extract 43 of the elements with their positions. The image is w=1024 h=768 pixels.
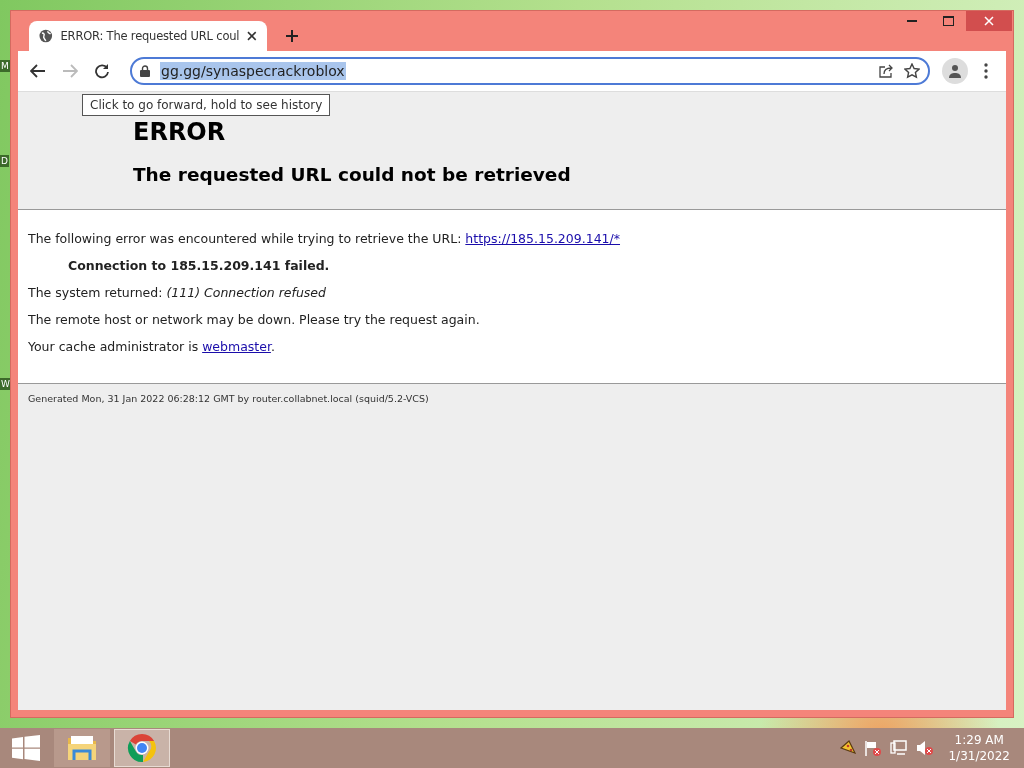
advice-message: The remote host or network may be down. Please try the request again.: [28, 312, 481, 328]
minimize-icon: [907, 19, 917, 23]
network-error-icon[interactable]: [890, 740, 909, 756]
pizza-icon[interactable]: [840, 740, 857, 756]
address-bar[interactable]: gg.gg/synaspecrackroblox: [130, 57, 930, 85]
close-icon[interactable]: [247, 31, 257, 41]
desktop-icon-label[interactable]: W: [0, 378, 11, 390]
admin-message: Your cache administrator is webmaster.: [28, 339, 276, 355]
desktop-icon-label[interactable]: D: [0, 155, 9, 167]
person-icon: [948, 64, 962, 78]
back-arrow-icon: [30, 64, 46, 78]
browser-logo-icon: [126, 732, 158, 764]
tooltip: Click to go forward, hold to see history: [82, 94, 331, 116]
clock-date: 1/31/2022: [948, 748, 1010, 764]
profile-avatar[interactable]: [942, 58, 968, 84]
plus-icon: [285, 29, 299, 43]
error-heading: ERROR: [133, 118, 227, 146]
tab-title: ERROR: The requested URL coul: [60, 29, 240, 43]
star-icon[interactable]: [904, 63, 920, 79]
system-message: The system returned: (111) Connection refused: [28, 285, 327, 301]
browser-tab[interactable]: ERROR: The requested URL coul: [29, 21, 267, 51]
desktop-icon-label[interactable]: M: [0, 60, 10, 72]
error-subheading: The requested URL could not be retrieved: [133, 164, 572, 185]
share-icon[interactable]: [879, 64, 894, 78]
folder-icon: [66, 734, 98, 762]
flag-error-icon[interactable]: [864, 740, 883, 756]
webmaster-link[interactable]: webmaster: [202, 339, 271, 354]
url-link[interactable]: https://185.15.209.141/*: [465, 231, 620, 246]
maximize-icon: [942, 16, 954, 26]
page-footer: Generated Mon, 31 Jan 2022 06:28:12 GMT by router.collabnet.local (squid/5.2-VCS): [18, 384, 1006, 413]
lock-icon: [140, 65, 150, 77]
file-explorer-button[interactable]: [54, 729, 110, 767]
chrome-button[interactable]: [114, 729, 170, 767]
forward-arrow-icon: [62, 64, 78, 78]
menu-icon: [984, 63, 988, 79]
clock-time: 1:29 AM: [954, 732, 1004, 748]
close-icon: [984, 16, 994, 26]
failure-message: Connection to 185.15.209.141 failed.: [67, 258, 331, 274]
url-text: gg.gg/synaspecrackroblox: [160, 62, 346, 80]
speaker-muted-icon[interactable]: [916, 740, 935, 756]
error-message: The following error was encountered while trying to retrieve the URL: https://185.15.209.141/*: [28, 231, 621, 247]
globe-icon: [39, 29, 53, 43]
reload-icon: [94, 63, 110, 79]
